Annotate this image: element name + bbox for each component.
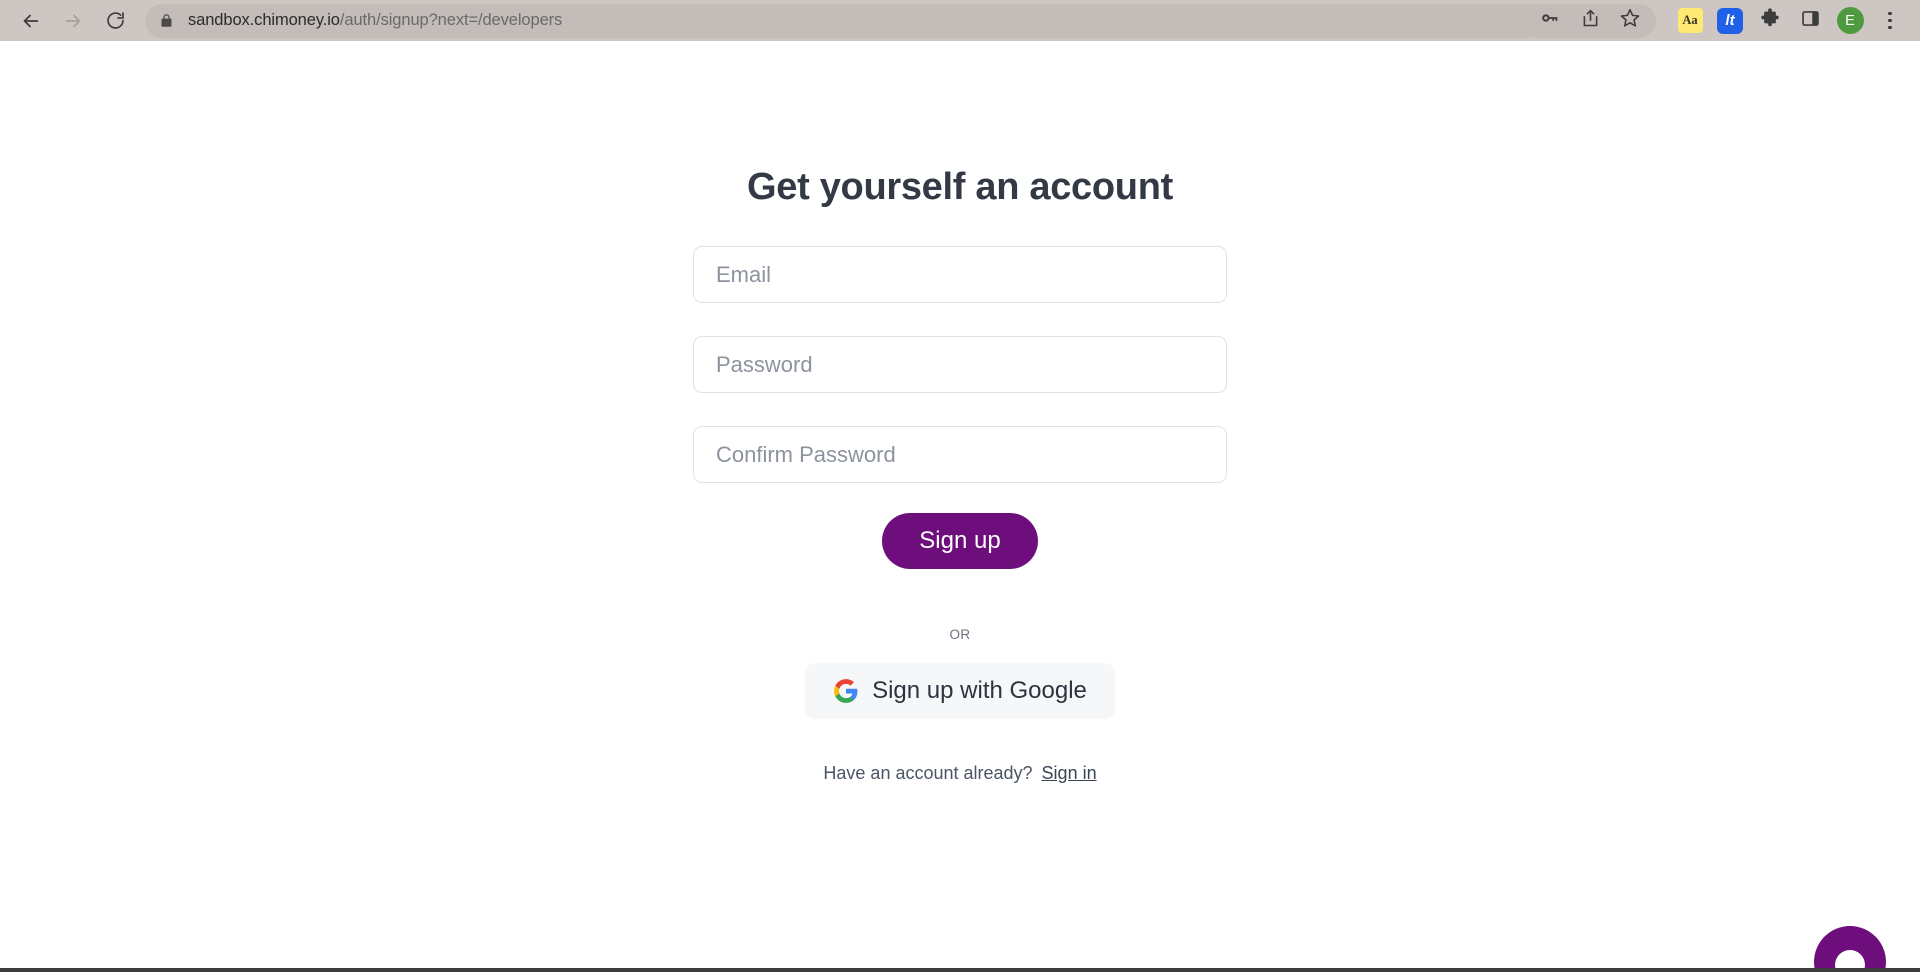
share-button[interactable] — [1570, 4, 1610, 38]
side-panel-icon — [1800, 8, 1821, 34]
three-dot-menu-icon — [1888, 11, 1892, 30]
existing-account-row: Have an account already? Sign in — [693, 763, 1227, 784]
arrow-right-icon — [62, 10, 84, 32]
bookmark-star-icon — [1619, 7, 1641, 34]
font-size-extension-icon: Aa — [1677, 8, 1703, 33]
arrow-left-icon — [20, 10, 42, 32]
omnibox-action-group — [1530, 3, 1656, 38]
languagetool-extension-button[interactable]: lt — [1710, 4, 1750, 38]
profile-button[interactable]: E — [1830, 4, 1870, 38]
password-input[interactable] — [693, 336, 1227, 393]
address-bar[interactable]: sandbox.chimoney.io/auth/signup?next=/de… — [145, 3, 1530, 38]
puzzle-extensions-icon — [1759, 7, 1781, 34]
browser-toolbar: sandbox.chimoney.io/auth/signup?next=/de… — [0, 0, 1920, 41]
reload-button[interactable] — [94, 4, 136, 38]
or-divider-label: OR — [949, 627, 971, 642]
existing-account-prompt: Have an account already? — [823, 763, 1033, 783]
url-text: sandbox.chimoney.io/auth/signup?next=/de… — [188, 11, 563, 29]
languagetool-extension-icon: lt — [1717, 7, 1743, 34]
signup-form-card: Get yourself an account Sign up OR — [693, 166, 1227, 784]
google-button-row: Sign up with Google — [693, 663, 1227, 719]
sign-up-with-google-button[interactable]: Sign up with Google — [805, 663, 1115, 719]
signup-page: Get yourself an account Sign up OR — [0, 41, 1920, 972]
password-key-icon — [1539, 7, 1561, 34]
signup-button-row: Sign up — [693, 513, 1227, 569]
page-title: Get yourself an account — [747, 166, 1173, 208]
page-viewport: Get yourself an account Sign up OR — [0, 41, 1920, 972]
google-button-label: Sign up with Google — [872, 677, 1087, 704]
password-key-button[interactable] — [1530, 4, 1570, 38]
sign-up-button[interactable]: Sign up — [882, 513, 1038, 569]
share-icon — [1580, 8, 1601, 34]
extensions-button[interactable] — [1750, 4, 1790, 38]
google-g-icon — [833, 678, 859, 704]
sign-in-link[interactable]: Sign in — [1042, 763, 1097, 784]
side-panel-button[interactable] — [1790, 4, 1830, 38]
extensions-area: Aa lt E — [1670, 4, 1910, 38]
reload-icon — [105, 10, 126, 31]
browser-menu-button[interactable] — [1870, 4, 1910, 38]
confirm-password-input[interactable] — [693, 426, 1227, 483]
font-size-extension-button[interactable]: Aa — [1670, 4, 1710, 38]
email-input[interactable] — [693, 246, 1227, 303]
forward-button[interactable] — [52, 4, 94, 38]
window-bottom-edge — [0, 968, 1920, 972]
bookmark-button[interactable] — [1610, 4, 1650, 38]
back-button[interactable] — [10, 4, 52, 38]
padlock-icon — [159, 12, 174, 29]
profile-avatar: E — [1836, 7, 1864, 34]
